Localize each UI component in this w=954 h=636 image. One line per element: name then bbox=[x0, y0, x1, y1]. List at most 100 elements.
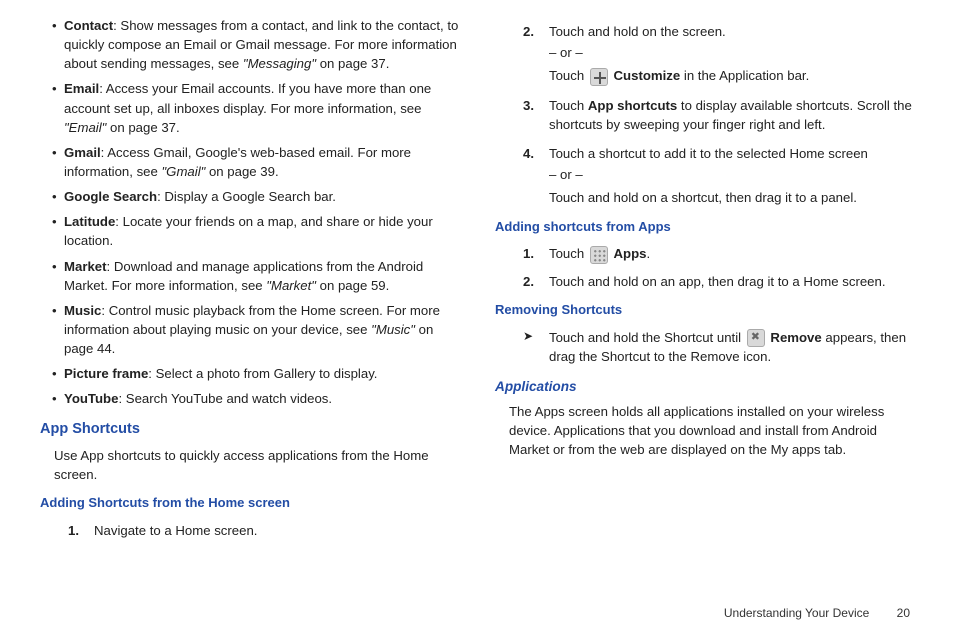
step-4: 4. Touch a shortcut to add it to the sel… bbox=[523, 144, 914, 207]
step-content: Touch a shortcut to add it to the select… bbox=[549, 144, 914, 207]
bullet-item: •YouTube: Search YouTube and watch video… bbox=[40, 389, 459, 408]
bullet-body: Music: Control music playback from the H… bbox=[64, 301, 459, 358]
bullet-ref: "Gmail" bbox=[162, 164, 206, 179]
bullet-body: Email: Access your Email accounts. If yo… bbox=[64, 79, 459, 136]
bullet-body: Gmail: Access Gmail, Google's web-based … bbox=[64, 143, 459, 181]
footer-section: Understanding Your Device bbox=[724, 606, 869, 620]
bullet-dot: • bbox=[52, 212, 64, 250]
step-content: Touch Apps. bbox=[549, 244, 914, 264]
text-fragment: Touch bbox=[549, 246, 588, 261]
bullet-dot: • bbox=[52, 257, 64, 295]
adding-from-apps-heading: Adding shortcuts from Apps bbox=[495, 218, 914, 237]
step-number: 3. bbox=[523, 96, 549, 134]
bullet-body: Picture frame: Select a photo from Galle… bbox=[64, 364, 459, 383]
step-4-line1: Touch a shortcut to add it to the select… bbox=[549, 144, 914, 163]
plus-icon bbox=[590, 68, 608, 86]
step-number: 2. bbox=[523, 272, 549, 291]
step-content: Touch and hold on an app, then drag it t… bbox=[549, 272, 914, 291]
bullet-item: •Gmail: Access Gmail, Google's web-based… bbox=[40, 143, 459, 181]
bullet-item: •Google Search: Display a Google Search … bbox=[40, 187, 459, 206]
bullet-label: Email bbox=[64, 81, 99, 96]
app-shortcuts-heading: App Shortcuts bbox=[40, 419, 459, 440]
bullet-label: YouTube bbox=[64, 391, 118, 406]
step-2-line2: Touch Customize in the Application bar. bbox=[549, 66, 914, 86]
bullet-text: : Locate your friends on a map, and shar… bbox=[64, 214, 433, 248]
bullet-item: •Latitude: Locate your friends on a map,… bbox=[40, 212, 459, 250]
step-1: 1. Navigate to a Home screen. bbox=[68, 521, 459, 540]
adding-from-home-heading: Adding Shortcuts from the Home screen bbox=[40, 494, 459, 513]
text-fragment: . bbox=[647, 246, 651, 261]
bullet-dot: • bbox=[52, 16, 64, 73]
removing-step: ➤ Touch and hold the Shortcut until Remo… bbox=[523, 328, 914, 367]
page-footer: Understanding Your Device 20 bbox=[724, 605, 910, 622]
bullet-dot: • bbox=[52, 301, 64, 358]
bullet-label: Google Search bbox=[64, 189, 157, 204]
bullet-item: •Picture frame: Select a photo from Gall… bbox=[40, 364, 459, 383]
step-4-line2: Touch and hold on a shortcut, then drag … bbox=[549, 188, 914, 207]
bullet-label: Picture frame bbox=[64, 366, 148, 381]
app-shortcuts-label: App shortcuts bbox=[588, 98, 677, 113]
bullet-ref: "Messaging" bbox=[243, 56, 316, 71]
bullet-ref: "Music" bbox=[371, 322, 415, 337]
applications-body: The Apps screen holds all applications i… bbox=[509, 402, 914, 459]
bullet-dot: • bbox=[52, 389, 64, 408]
bullet-dot: • bbox=[52, 187, 64, 206]
step-2-or: – or – bbox=[549, 43, 914, 62]
bullet-text: on page 39. bbox=[205, 164, 278, 179]
bullet-text: : Access your Email accounts. If you hav… bbox=[64, 81, 431, 115]
widget-bullet-list: •Contact: Show messages from a contact, … bbox=[40, 16, 459, 409]
step-2-line1: Touch and hold on the screen. bbox=[549, 22, 914, 41]
bullet-label: Latitude bbox=[64, 214, 115, 229]
bullet-dot: • bbox=[52, 364, 64, 383]
left-column: •Contact: Show messages from a contact, … bbox=[40, 16, 459, 548]
text-fragment: Touch bbox=[549, 98, 588, 113]
bullet-item: •Email: Access your Email accounts. If y… bbox=[40, 79, 459, 136]
bullet-label: Market bbox=[64, 259, 107, 274]
removing-shortcuts-heading: Removing Shortcuts bbox=[495, 301, 914, 320]
apps-label: Apps bbox=[614, 246, 647, 261]
app-shortcuts-body: Use App shortcuts to quickly access appl… bbox=[54, 446, 459, 484]
step-text: Navigate to a Home screen. bbox=[94, 521, 459, 540]
step-content: Touch and hold the Shortcut until Remove… bbox=[549, 328, 914, 367]
arrow-icon: ➤ bbox=[523, 328, 549, 367]
bullet-text: on page 37. bbox=[106, 120, 179, 135]
apps-icon bbox=[590, 246, 608, 264]
step-content: Touch App shortcuts to display available… bbox=[549, 96, 914, 134]
bullet-label: Music bbox=[64, 303, 101, 318]
bullet-item: •Contact: Show messages from a contact, … bbox=[40, 16, 459, 73]
right-column: 2. Touch and hold on the screen. – or – … bbox=[495, 16, 914, 548]
step-4-or: – or – bbox=[549, 165, 914, 184]
customize-label: Customize bbox=[614, 68, 681, 83]
bullet-body: Latitude: Locate your friends on a map, … bbox=[64, 212, 459, 250]
bullet-label: Gmail bbox=[64, 145, 101, 160]
bullet-item: •Music: Control music playback from the … bbox=[40, 301, 459, 358]
bullet-item: •Market: Download and manage application… bbox=[40, 257, 459, 295]
remove-label: Remove bbox=[770, 330, 821, 345]
bullet-body: Market: Download and manage applications… bbox=[64, 257, 459, 295]
step-content: Touch and hold on the screen. – or – Tou… bbox=[549, 22, 914, 86]
step-number: 1. bbox=[68, 521, 94, 540]
page-columns: •Contact: Show messages from a contact, … bbox=[40, 16, 914, 548]
step-number: 4. bbox=[523, 144, 549, 207]
remove-icon bbox=[747, 329, 765, 347]
text-fragment: Touch and hold the Shortcut until bbox=[549, 330, 745, 345]
bullet-text: on page 59. bbox=[316, 278, 389, 293]
step-3: 3. Touch App shortcuts to display availa… bbox=[523, 96, 914, 134]
bullet-body: Contact: Show messages from a contact, a… bbox=[64, 16, 459, 73]
bullet-text: : Select a photo from Gallery to display… bbox=[148, 366, 377, 381]
bullet-ref: "Email" bbox=[64, 120, 106, 135]
footer-page-number: 20 bbox=[897, 606, 910, 620]
step-2: 2. Touch and hold on the screen. – or – … bbox=[523, 22, 914, 86]
bullet-dot: • bbox=[52, 143, 64, 181]
bullet-label: Contact bbox=[64, 18, 113, 33]
bullet-body: Google Search: Display a Google Search b… bbox=[64, 187, 459, 206]
applications-heading: Applications bbox=[495, 377, 914, 397]
text-fragment: in the Application bar. bbox=[680, 68, 809, 83]
step-number: 1. bbox=[523, 244, 549, 264]
bullet-body: YouTube: Search YouTube and watch videos… bbox=[64, 389, 459, 408]
text-fragment: Touch bbox=[549, 68, 588, 83]
step-number: 2. bbox=[523, 22, 549, 86]
bullet-text: on page 37. bbox=[316, 56, 389, 71]
apps-step-1: 1. Touch Apps. bbox=[523, 244, 914, 264]
bullet-ref: "Market" bbox=[266, 278, 316, 293]
